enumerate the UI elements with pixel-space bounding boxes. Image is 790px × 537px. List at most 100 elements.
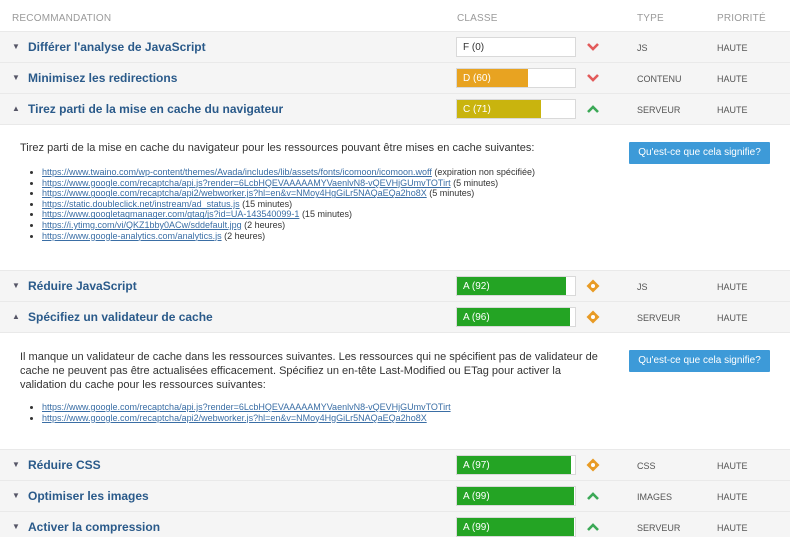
grade-bar: C (71) bbox=[456, 99, 576, 119]
recommendation-name[interactable]: Tirez parti de la mise en cache du navig… bbox=[28, 102, 283, 116]
priority-label: HAUTE bbox=[717, 105, 748, 115]
list-item: https://www.twaino.com/wp-content/themes… bbox=[42, 167, 535, 178]
detail-panel-cache: Tirez parti de la mise en cache du navig… bbox=[0, 124, 790, 270]
list-item: https://www.google.com/recaptcha/api2/we… bbox=[42, 413, 451, 424]
chevron-up-icon bbox=[587, 105, 599, 113]
recommendation-name[interactable]: Activer la compression bbox=[28, 520, 160, 534]
detail-description: Il manque un validateur de cache dans le… bbox=[20, 350, 598, 392]
detail-panel-validator: Il manque un validateur de cache dans le… bbox=[0, 332, 790, 449]
recommendation-row[interactable]: ▼ Différer l'analyse de JavaScript F (0)… bbox=[0, 31, 790, 62]
resource-list: https://www.twaino.com/wp-content/themes… bbox=[30, 167, 535, 241]
type-label: CONTENU bbox=[637, 74, 682, 84]
detail-description: Tirez parti de la mise en cache du navig… bbox=[20, 142, 535, 154]
diamond-warning-icon bbox=[586, 279, 600, 293]
grade-label: A (92) bbox=[463, 281, 490, 292]
grade-bar: A (97) bbox=[456, 455, 576, 475]
what-does-it-mean-button[interactable]: Qu'est-ce que cela signifie? bbox=[629, 350, 770, 372]
description-line: validation du cache pour les ressources … bbox=[20, 379, 266, 391]
resource-list: https://www.google.com/recaptcha/api.js?… bbox=[30, 402, 451, 423]
col-classe: CLASSE bbox=[457, 13, 498, 24]
priority-label: HAUTE bbox=[717, 313, 748, 323]
priority-label: HAUTE bbox=[717, 461, 748, 471]
chevron-up-icon bbox=[587, 492, 599, 500]
grade-label: A (96) bbox=[463, 312, 490, 323]
grade-label: A (97) bbox=[463, 460, 490, 471]
grade-bar: F (0) bbox=[456, 37, 576, 57]
recommendation-name[interactable]: Optimiser les images bbox=[28, 489, 149, 503]
type-label: IMAGES bbox=[637, 492, 673, 502]
grade-bar: D (60) bbox=[456, 68, 576, 88]
chevron-up-icon bbox=[587, 523, 599, 531]
diamond-warning-icon bbox=[586, 458, 600, 472]
resource-note: (15 minutes) bbox=[242, 198, 293, 209]
recommendation-row[interactable]: ▼ Activer la compression A (99) SERVEUR … bbox=[0, 511, 790, 537]
resource-link[interactable]: https://www.google-analytics.com/analyti… bbox=[42, 231, 222, 241]
recommendation-name[interactable]: Minimisez les redirections bbox=[28, 71, 177, 85]
grade-label: A (99) bbox=[463, 522, 490, 533]
resource-link[interactable]: https://i.ytimg.com/vi/QKZ1bby0ACw/sddef… bbox=[42, 220, 242, 230]
caret-down-icon[interactable]: ▼ bbox=[12, 73, 20, 82]
recommendation-name[interactable]: Différer l'analyse de JavaScript bbox=[28, 40, 206, 54]
grade-label: F (0) bbox=[463, 42, 485, 53]
diamond-warning-icon bbox=[586, 310, 600, 324]
grade-label: C (71) bbox=[463, 104, 491, 115]
recommendation-row[interactable]: ▲ Spécifiez un validateur de cache A (96… bbox=[0, 301, 790, 332]
list-item: https://www.google.com/recaptcha/api.js?… bbox=[42, 178, 535, 189]
resource-link[interactable]: https://www.google.com/recaptcha/api2/we… bbox=[42, 188, 427, 198]
recommendation-row[interactable]: ▼ Minimisez les redirections D (60) CONT… bbox=[0, 62, 790, 93]
type-label: SERVEUR bbox=[637, 105, 681, 115]
recommendation-row[interactable]: ▼ Réduire JavaScript A (92) JS HAUTE bbox=[0, 270, 790, 301]
type-label: JS bbox=[637, 43, 648, 53]
description-line: cache ne peuvent pas être actualisées ef… bbox=[20, 365, 561, 377]
recommendation-name[interactable]: Réduire CSS bbox=[28, 458, 101, 472]
priority-label: HAUTE bbox=[717, 492, 748, 502]
resource-link[interactable]: https://www.google.com/recaptcha/api.js?… bbox=[42, 402, 451, 412]
grade-bar: A (99) bbox=[456, 486, 576, 506]
caret-down-icon[interactable]: ▼ bbox=[12, 460, 20, 469]
col-type: TYPE bbox=[637, 13, 664, 24]
chevron-down-icon bbox=[587, 74, 599, 82]
grade-bar: A (92) bbox=[456, 276, 576, 296]
col-recommendation: RECOMMANDATION bbox=[12, 13, 112, 24]
list-item: https://www.googletagmanager.com/gtag/js… bbox=[42, 209, 535, 220]
resource-link[interactable]: https://www.twaino.com/wp-content/themes… bbox=[42, 167, 432, 177]
list-item: https://static.doubleclick.net/instream/… bbox=[42, 199, 535, 210]
resource-link[interactable]: https://static.doubleclick.net/instream/… bbox=[42, 199, 240, 209]
what-does-it-mean-button[interactable]: Qu'est-ce que cela signifie? bbox=[629, 142, 770, 164]
type-label: JS bbox=[637, 282, 648, 292]
grade-label: A (99) bbox=[463, 491, 490, 502]
description-line: Il manque un validateur de cache dans le… bbox=[20, 351, 598, 363]
caret-down-icon[interactable]: ▼ bbox=[12, 42, 20, 51]
list-item: https://www.google.com/recaptcha/api.js?… bbox=[42, 402, 451, 413]
resource-link[interactable]: https://www.googletagmanager.com/gtag/js… bbox=[42, 209, 299, 219]
resource-note: (5 minutes) bbox=[429, 188, 475, 199]
resource-note: (2 heures) bbox=[244, 219, 286, 230]
caret-down-icon[interactable]: ▼ bbox=[12, 281, 20, 290]
grade-label: D (60) bbox=[463, 73, 491, 84]
resource-note: (15 minutes) bbox=[301, 209, 352, 220]
caret-up-icon[interactable]: ▲ bbox=[12, 312, 20, 321]
caret-up-icon[interactable]: ▲ bbox=[12, 104, 20, 113]
type-label: SERVEUR bbox=[637, 523, 681, 533]
resource-link[interactable]: https://www.google.com/recaptcha/api.js?… bbox=[42, 178, 451, 188]
caret-down-icon[interactable]: ▼ bbox=[12, 522, 20, 531]
grade-bar: A (99) bbox=[456, 517, 576, 537]
recommendation-row[interactable]: ▼ Réduire CSS A (97) CSS HAUTE bbox=[0, 449, 790, 480]
recommendation-row[interactable]: ▼ Optimiser les images A (99) IMAGES HAU… bbox=[0, 480, 790, 511]
recommendation-name[interactable]: Spécifiez un validateur de cache bbox=[28, 310, 213, 324]
list-item: https://www.google.com/recaptcha/api2/we… bbox=[42, 188, 535, 199]
resource-note: (expiration non spécifiée) bbox=[434, 167, 535, 177]
resource-note: (2 heures) bbox=[224, 230, 266, 241]
type-label: CSS bbox=[637, 461, 656, 471]
caret-down-icon[interactable]: ▼ bbox=[12, 491, 20, 500]
list-item: https://i.ytimg.com/vi/QKZ1bby0ACw/sddef… bbox=[42, 220, 535, 231]
chevron-down-icon bbox=[587, 43, 599, 51]
recommendation-row[interactable]: ▲ Tirez parti de la mise en cache du nav… bbox=[0, 93, 790, 124]
type-label: SERVEUR bbox=[637, 313, 681, 323]
resource-link[interactable]: https://www.google.com/recaptcha/api2/we… bbox=[42, 413, 427, 423]
priority-label: HAUTE bbox=[717, 282, 748, 292]
col-priorite: PRIORITÉ bbox=[717, 13, 766, 24]
priority-label: HAUTE bbox=[717, 74, 748, 84]
grade-bar: A (96) bbox=[456, 307, 576, 327]
recommendation-name[interactable]: Réduire JavaScript bbox=[28, 279, 137, 293]
